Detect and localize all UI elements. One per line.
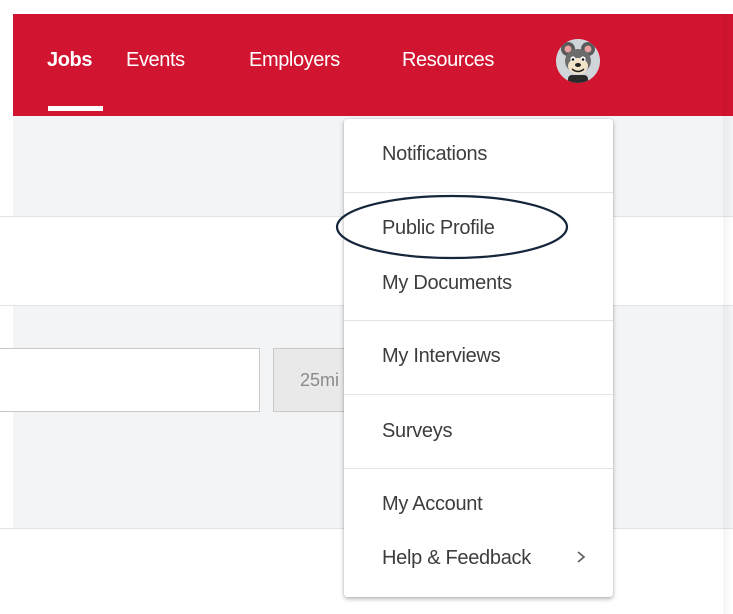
top-nav-bar: Jobs Events Employers Resources xyxy=(13,14,733,116)
menu-item-notifications[interactable]: Notifications xyxy=(382,140,487,168)
nav-jobs[interactable]: Jobs xyxy=(47,46,92,74)
nav-employers[interactable]: Employers xyxy=(249,46,340,74)
active-tab-indicator xyxy=(48,106,103,111)
mascot-avatar-icon xyxy=(556,39,600,83)
search-input[interactable] xyxy=(0,348,260,412)
menu-divider xyxy=(344,468,613,469)
window-edge-shadow xyxy=(723,14,733,614)
chevron-right-icon[interactable] xyxy=(574,550,588,564)
menu-divider xyxy=(344,394,613,395)
profile-dropdown-menu: Notifications Public Profile My Document… xyxy=(344,119,613,597)
menu-item-my-account[interactable]: My Account xyxy=(382,490,483,518)
user-avatar[interactable] xyxy=(556,39,600,83)
distance-value: 25mi xyxy=(300,370,340,390)
app-frame: 25mi Jobs Events Employers Resources Not… xyxy=(0,0,733,614)
menu-item-my-interviews[interactable]: My Interviews xyxy=(382,342,501,370)
nav-events[interactable]: Events xyxy=(126,46,185,74)
menu-item-my-documents[interactable]: My Documents xyxy=(382,269,512,297)
menu-divider xyxy=(344,320,613,321)
menu-item-surveys[interactable]: Surveys xyxy=(382,417,452,445)
nav-resources[interactable]: Resources xyxy=(402,46,494,74)
menu-item-help-feedback[interactable]: Help & Feedback xyxy=(382,544,531,572)
highlight-ellipse-annotation xyxy=(335,194,569,260)
